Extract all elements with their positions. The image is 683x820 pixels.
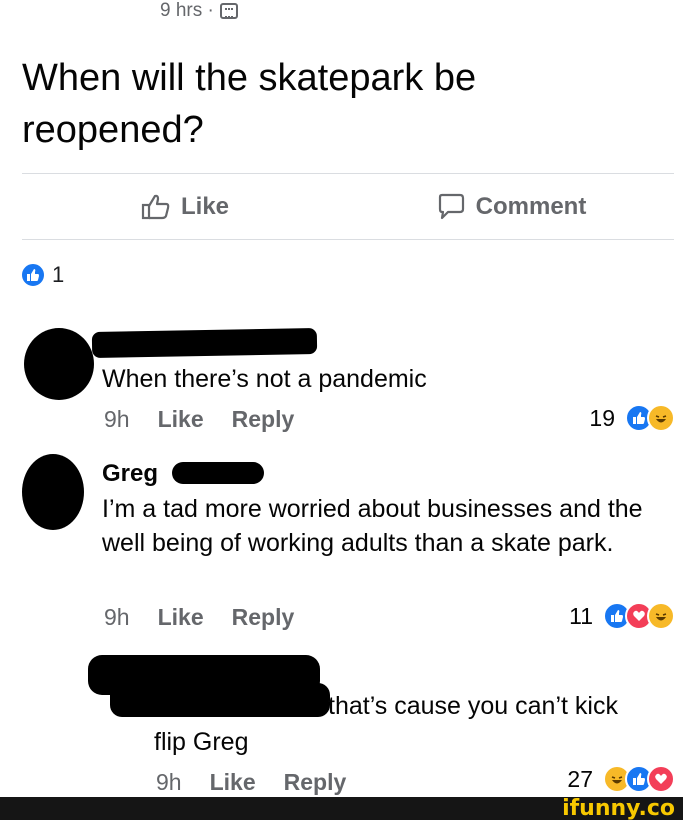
redacted-name xyxy=(91,328,318,358)
reaction-summary[interactable]: 1 xyxy=(20,262,64,288)
comment-button[interactable]: Comment xyxy=(348,175,674,239)
comment-text-continued: flip Greg xyxy=(154,728,249,756)
comment-like-button[interactable]: Like xyxy=(158,604,204,631)
comment-time[interactable]: 9h xyxy=(104,406,130,433)
comment-time[interactable]: 9h xyxy=(156,769,182,796)
comment-like-button[interactable]: Like xyxy=(158,406,204,433)
comment-text: that’s cause you can’t kick xyxy=(328,692,618,720)
comment-label: Comment xyxy=(475,193,587,220)
like-label: Like xyxy=(180,193,230,220)
reaction-count: 1 xyxy=(52,262,65,287)
post-timestamp[interactable]: 9 hrs · xyxy=(160,0,238,22)
thumbs-up-icon xyxy=(141,193,171,221)
comment-reaction-count[interactable]: 11 xyxy=(569,602,675,630)
ifunny-watermark: ifunny.co xyxy=(562,796,675,820)
divider xyxy=(22,239,674,240)
comment-time[interactable]: 9h xyxy=(104,604,130,631)
comment-meta: 9h Like Reply xyxy=(104,604,294,631)
reaction-count: 27 xyxy=(567,765,593,792)
like-reaction-icon xyxy=(20,262,46,288)
divider xyxy=(22,173,674,174)
comment-text: When there’s not a pandemic xyxy=(102,365,427,393)
redacted-name xyxy=(172,462,264,484)
post-text: When will the skatepark be reopened? xyxy=(22,57,477,151)
love-reaction-icon xyxy=(647,765,675,793)
audience-icon xyxy=(219,3,238,19)
speech-bubble-icon xyxy=(436,193,466,221)
like-button[interactable]: Like xyxy=(22,175,348,239)
reaction-count: 11 xyxy=(569,602,593,629)
comment-reaction-count[interactable]: 19 xyxy=(589,404,675,432)
avatar[interactable] xyxy=(22,454,84,530)
haha-reaction-icon xyxy=(647,404,675,432)
post-action-bar: Like Comment xyxy=(22,175,674,239)
comment-reply-button[interactable]: Reply xyxy=(284,769,347,796)
comment-reaction-count[interactable]: 27 xyxy=(567,765,675,793)
comment-author[interactable]: Greg xyxy=(102,460,158,488)
comment-reply-button[interactable]: Reply xyxy=(232,604,295,631)
comment-reply-button[interactable]: Reply xyxy=(232,406,295,433)
comment-like-button[interactable]: Like xyxy=(210,769,256,796)
comment-meta: 9h Like Reply xyxy=(104,406,294,433)
comment-meta: 9h Like Reply xyxy=(156,769,346,796)
comment-text: I’m a tad more worried about businesses … xyxy=(102,495,643,557)
redacted-avatar xyxy=(110,683,330,717)
haha-reaction-icon xyxy=(647,602,675,630)
avatar[interactable] xyxy=(24,328,94,400)
reaction-count: 19 xyxy=(589,404,615,431)
timestamp-text: 9 hrs · xyxy=(160,0,214,21)
